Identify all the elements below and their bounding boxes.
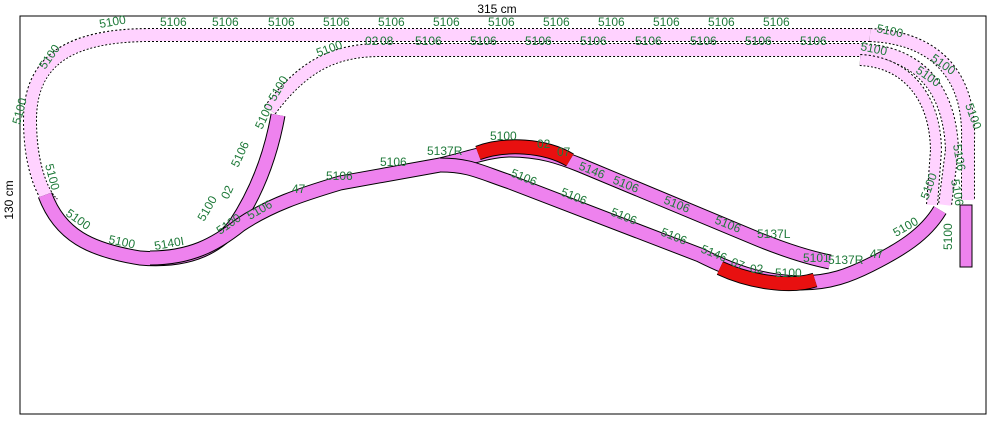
track-label: 5137L — [757, 227, 791, 241]
track-label: 02 — [537, 137, 551, 151]
lower-diagonal-track-fill — [439, 158, 946, 290]
track-label: 5106 — [212, 15, 239, 29]
board-frame — [19, 15, 987, 415]
track-layout-diagram: 315 cm 130 cm 5100 5106 5106 5106 5106 5… — [2, 2, 987, 415]
track-label: 5106 — [611, 173, 641, 196]
track-label: 5101 — [803, 251, 830, 265]
track-label: 5100 — [490, 129, 517, 143]
hidden-outer-track — [22, 28, 870, 212]
track-label: 5137R — [427, 144, 463, 158]
track-label: 5100 — [98, 12, 127, 30]
track-label: 5100 — [941, 223, 955, 250]
track-label: 5106 — [470, 34, 497, 48]
track-label: 5100 — [194, 193, 220, 223]
track-label: 5106 — [763, 15, 790, 29]
right-stub-track — [959, 204, 973, 268]
track-label: 5106 — [488, 15, 515, 29]
track-label: 5106 — [378, 15, 405, 29]
width-dimension-label: 315 cm — [477, 2, 516, 16]
track-label: 08 — [380, 34, 394, 48]
track-label: 5106 — [580, 34, 607, 48]
track-label: 47 — [870, 247, 884, 261]
track-label: 02 — [365, 34, 379, 48]
track-label: 5106 — [598, 15, 625, 29]
height-dimension-label: 130 cm — [2, 180, 16, 219]
track-label: 5137R — [828, 253, 864, 267]
track-label: 5146 — [577, 159, 607, 182]
track-label: 5100 — [775, 266, 802, 280]
track-label: 5106 — [525, 34, 552, 48]
track-label: 02 — [750, 262, 764, 276]
track-label: 5106 — [228, 139, 252, 169]
track-label: 5106 — [326, 169, 353, 183]
track-label: 02 — [218, 183, 236, 201]
track-label: 5106 — [415, 34, 442, 48]
track-label: 5106 — [708, 15, 735, 29]
track-label: 5106 — [635, 34, 662, 48]
track-label: 47 — [292, 182, 306, 196]
track-label: 5106 — [160, 15, 187, 29]
track-label: 5106 — [800, 34, 827, 48]
track-label: 07 — [557, 145, 571, 159]
track-label: 5106 — [543, 15, 570, 29]
track-label: 5106 — [323, 15, 350, 29]
track-label: 5106 — [268, 15, 295, 29]
track-label: 5106 — [745, 34, 772, 48]
hidden-outer-track-fill — [23, 29, 870, 211]
track-label: 5106 — [690, 34, 717, 48]
track-label: 5106 — [653, 15, 680, 29]
track-label: 5106 — [380, 155, 407, 169]
track-label: 5106 — [433, 15, 460, 29]
